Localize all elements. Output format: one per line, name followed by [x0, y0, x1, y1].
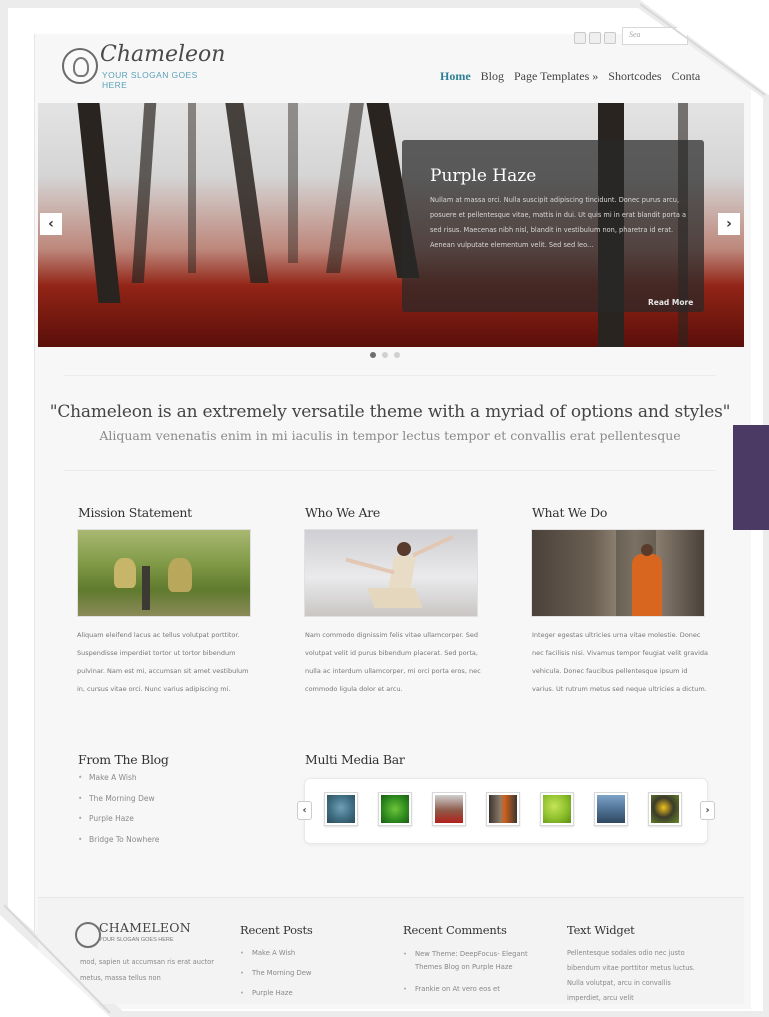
- column-title-who: Who We Are: [305, 505, 380, 520]
- nav-item-shortcodes[interactable]: Shortcodes: [608, 69, 661, 84]
- logo-slogan: YOUR SLOGAN GOES HERE: [102, 70, 198, 90]
- blog-item[interactable]: Bridge To Nowhere: [78, 835, 159, 856]
- slider-tree: [288, 103, 298, 263]
- tagline-quote: "Chameleon is an extremely versatile the…: [49, 402, 731, 422]
- media-thumb[interactable]: [378, 792, 412, 826]
- read-more-link[interactable]: Read More: [648, 298, 693, 307]
- footer-comment-item[interactable]: New Theme: DeepFocus- Elegant Themes Blo…: [403, 948, 543, 974]
- site-logo[interactable]: Chameleon YOUR SLOGAN GOES HERE: [62, 42, 225, 90]
- slider-dot[interactable]: [394, 352, 400, 358]
- slider-pagination: [370, 352, 400, 358]
- media-next-arrow-icon[interactable]: ›: [700, 801, 715, 820]
- slider-next-arrow-icon[interactable]: ›: [718, 213, 740, 235]
- logo-title: Chameleon: [100, 42, 226, 67]
- divider: [64, 375, 716, 376]
- search-input[interactable]: Sea: [622, 27, 688, 45]
- footer-post-item[interactable]: The Morning Dew: [240, 968, 370, 978]
- footer-about-text: mod, sapien ut accumsan ris erat auctor …: [80, 958, 214, 982]
- social-icons: [574, 32, 616, 44]
- divider: [64, 470, 716, 471]
- column-text-mission: Aliquam eleifend lacus ac tellus volutpa…: [77, 631, 249, 693]
- media-prev-arrow-icon[interactable]: ‹: [297, 801, 312, 820]
- footer-logo-title: CHAMELEON: [99, 920, 191, 935]
- media-thumb[interactable]: [486, 792, 520, 826]
- blog-item[interactable]: Purple Haze: [78, 814, 159, 835]
- slider-tree: [188, 103, 196, 273]
- blog-item[interactable]: The Morning Dew: [78, 794, 159, 815]
- blog-title: From The Blog: [78, 752, 169, 767]
- media-thumb[interactable]: [594, 792, 628, 826]
- column-title-what: What We Do: [532, 505, 608, 520]
- slider-dot[interactable]: [370, 352, 376, 358]
- media-thumb[interactable]: [648, 792, 682, 826]
- slider-caption-text: Nullam at massa orci. Nulla suscipit adi…: [430, 196, 686, 249]
- footer-comment-item[interactable]: Frankie on At vero eos et: [403, 984, 543, 994]
- rss-icon[interactable]: [589, 32, 601, 44]
- nav-item-contact[interactable]: Conta: [672, 69, 701, 84]
- nav-item-home[interactable]: Home: [440, 69, 471, 84]
- nav-item-blog[interactable]: Blog: [481, 69, 504, 84]
- column-text-who: Nam commodo dignissim felis vitae ullamc…: [305, 631, 481, 693]
- slider-dot[interactable]: [382, 352, 388, 358]
- footer-post-item[interactable]: Purple Haze: [240, 988, 370, 998]
- column-text-what: Integer egestas ultricies urna vitae mol…: [532, 631, 709, 693]
- footer-post-item[interactable]: Make A Wish: [240, 948, 370, 958]
- media-thumb[interactable]: [324, 792, 358, 826]
- footer-text-widget-text: Pellentesque sodales odio nec justo bibe…: [567, 949, 695, 1002]
- column-title-mission: Mission Statement: [78, 505, 192, 520]
- main-nav: Home Blog Page Templates » Shortcodes Co…: [440, 69, 700, 84]
- what-image[interactable]: [531, 529, 705, 617]
- facebook-icon[interactable]: [604, 32, 616, 44]
- footer-logo-slogan: YOUR SLOGAN GOES HERE: [99, 937, 174, 943]
- blog-list: Make A Wish The Morning Dew Purple Haze …: [78, 773, 159, 855]
- footer-recent-comments-title: Recent Comments: [403, 923, 507, 937]
- media-thumb[interactable]: [540, 792, 574, 826]
- twitter-icon[interactable]: [574, 32, 586, 44]
- media-thumb[interactable]: [432, 792, 466, 826]
- slider-caption-title[interactable]: Purple Haze: [430, 166, 536, 186]
- purple-side-panel: [733, 425, 769, 530]
- media-bar-title: Multi Media Bar: [305, 752, 405, 767]
- footer-recent-comments-list: New Theme: DeepFocus- Elegant Themes Blo…: [403, 948, 543, 1004]
- footer-recent-posts-title: Recent Posts: [240, 923, 313, 937]
- footer-recent-posts-list: Make A Wish The Morning Dew Purple Haze: [240, 948, 370, 1008]
- slider-prev-arrow-icon[interactable]: ‹: [40, 213, 62, 235]
- tagline-subtitle: Aliquam venenatis enim in mi iaculis in …: [99, 428, 681, 443]
- mission-image[interactable]: [77, 529, 251, 617]
- blog-item[interactable]: Make A Wish: [78, 773, 159, 794]
- footer-logo[interactable]: CHAMELEON YOUR SLOGAN GOES HERE: [75, 920, 225, 948]
- footer-text-widget-title: Text Widget: [567, 923, 635, 937]
- nav-item-page-templates[interactable]: Page Templates »: [514, 69, 598, 84]
- chameleon-logo-icon: [75, 922, 101, 948]
- chameleon-logo-icon: [62, 48, 98, 84]
- who-image[interactable]: [304, 529, 478, 617]
